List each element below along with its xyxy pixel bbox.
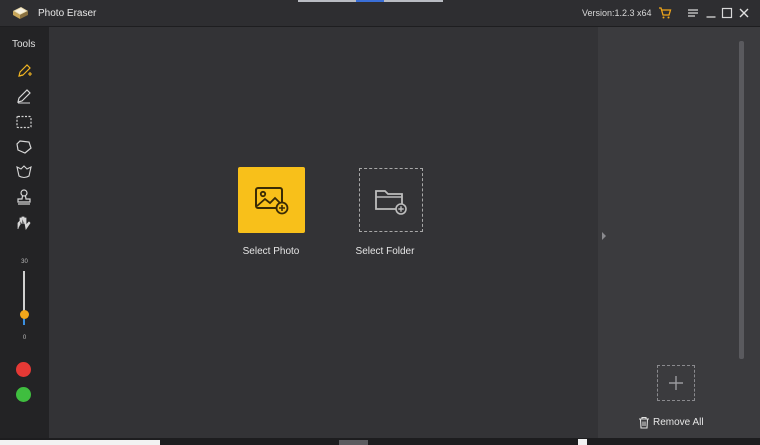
taskbar-segment bbox=[578, 439, 587, 445]
taskbar-segment bbox=[0, 440, 160, 445]
photo-list-panel: Remove All bbox=[598, 27, 760, 438]
eraser-hand-icon[interactable] bbox=[15, 214, 33, 232]
remove-all-label: Remove All bbox=[653, 417, 704, 428]
clone-stamp-icon[interactable] bbox=[15, 188, 33, 206]
smart-brush-icon[interactable] bbox=[15, 62, 33, 80]
main-canvas: Select Photo Select Folder bbox=[49, 27, 598, 438]
add-folder-icon bbox=[375, 190, 407, 215]
close-icon[interactable] bbox=[737, 6, 751, 20]
title-bar: Photo Eraser Version:1.2.3 x64 bbox=[0, 0, 760, 27]
app-title: Photo Eraser bbox=[38, 8, 97, 19]
photo-eraser-logo bbox=[13, 7, 28, 19]
plus-icon bbox=[669, 376, 683, 390]
panel-scrollbar[interactable] bbox=[739, 41, 744, 359]
window-title-strip bbox=[298, 0, 443, 2]
magic-select-icon[interactable] bbox=[15, 163, 33, 181]
trash-icon bbox=[639, 416, 649, 429]
add-photo-button[interactable] bbox=[657, 365, 695, 401]
cart-icon[interactable] bbox=[658, 6, 672, 20]
menu-icon[interactable] bbox=[686, 6, 700, 20]
select-folder-label[interactable]: Select Folder bbox=[335, 246, 435, 257]
minimize-icon[interactable] bbox=[704, 6, 718, 20]
select-folder-button[interactable] bbox=[359, 168, 423, 232]
taskbar-segment bbox=[339, 440, 368, 445]
tools-panel: Tools 30 0 bbox=[0, 27, 49, 438]
select-photo-label[interactable]: Select Photo bbox=[221, 246, 321, 257]
red-color-swatch[interactable] bbox=[16, 362, 31, 377]
select-photo-button[interactable] bbox=[238, 167, 305, 233]
collapse-arrow-icon[interactable] bbox=[600, 231, 608, 241]
add-photo-icon bbox=[254, 187, 288, 215]
green-color-swatch[interactable] bbox=[16, 387, 31, 402]
version-label: Version:1.2.3 x64 bbox=[582, 8, 652, 18]
tools-title: Tools bbox=[12, 39, 36, 50]
brush-size-min-label: 0 bbox=[22, 335, 27, 341]
brush-icon[interactable] bbox=[15, 87, 33, 105]
brush-size-max-label: 30 bbox=[21, 259, 28, 265]
lasso-icon[interactable] bbox=[15, 138, 33, 156]
taskbar-strip bbox=[0, 438, 760, 445]
rectangle-select-icon[interactable] bbox=[15, 113, 33, 131]
brush-size-handle[interactable] bbox=[20, 309, 29, 319]
maximize-icon[interactable] bbox=[720, 6, 734, 20]
